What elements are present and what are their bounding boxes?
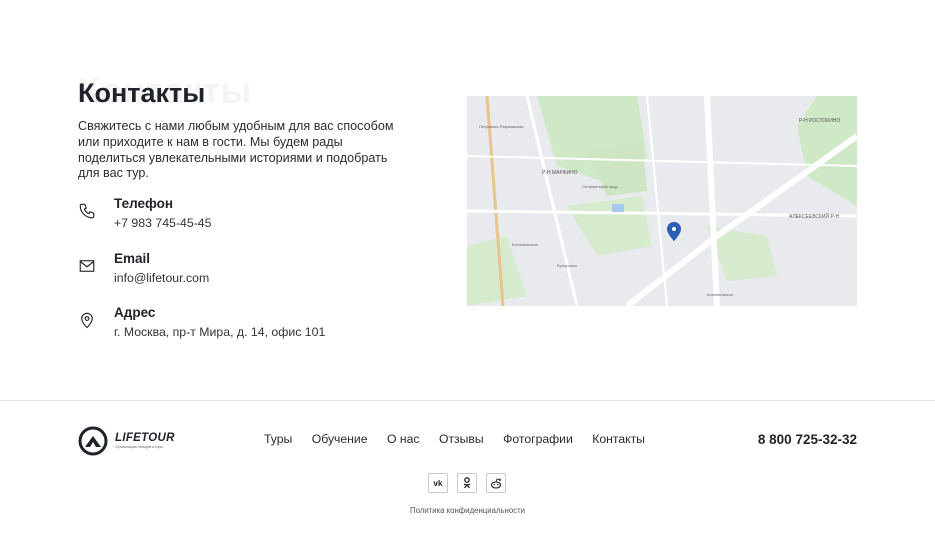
contact-phone: Телефон +7 983 745-45-45	[78, 196, 408, 238]
contact-value: г. Москва, пр-т Мира, д. 14, офис 101	[114, 325, 326, 339]
contacts-lead-text: Свяжитесь с нами любым удобным для вас с…	[78, 119, 394, 181]
footer-nav-contacts[interactable]: Контакты	[592, 432, 645, 450]
map-label: Ботаническая	[512, 242, 538, 247]
social-links: vk	[428, 473, 506, 493]
contact-label: Телефон	[114, 196, 174, 211]
footer-nav-photos[interactable]: Фотографии	[503, 432, 573, 450]
contact-label: Email	[114, 251, 151, 266]
reddit-glyph	[490, 477, 502, 489]
logo-name: LIFETOUR	[115, 432, 175, 444]
footer-phone[interactable]: 8 800 725-32-32	[758, 432, 857, 447]
odnoklassniki-glyph	[463, 477, 471, 489]
odnoklassniki-icon[interactable]	[457, 473, 477, 493]
contact-value[interactable]: +7 983 745-45-45	[114, 216, 211, 230]
footer-logo[interactable]: LIFETOUR Организация походов в горы	[78, 426, 178, 456]
map-label: Алексеевская	[707, 292, 733, 297]
envelope-icon	[79, 260, 95, 272]
location-pin-icon	[81, 312, 93, 329]
footer-nav: Туры Обучение О нас Отзывы Фотографии Ко…	[264, 432, 645, 450]
contact-address: Адрес г. Москва, пр-т Мира, д. 14, офис …	[78, 305, 408, 347]
contact-label: Адрес	[114, 305, 156, 320]
phone-icon	[79, 203, 95, 219]
footer-divider	[0, 400, 935, 401]
vk-icon[interactable]: vk	[428, 473, 448, 493]
map[interactable]: Р-Н МАРФИНО АЛЕКСЕЕВСКИЙ Р-Н Р-Н РОСТОКИ…	[467, 96, 857, 306]
footer-nav-tours[interactable]: Туры	[264, 432, 292, 450]
footer-nav-training[interactable]: Обучение	[312, 432, 368, 450]
contacts-section: Контакты Контакты Свяжитесь с нами любым…	[0, 0, 935, 400]
page-title: Контакты	[78, 78, 206, 108]
footer-nav-reviews[interactable]: Отзывы	[439, 432, 484, 450]
logo-tagline: Организация походов в горы	[115, 445, 163, 449]
map-label: Р-Н МАРФИНО	[542, 170, 578, 176]
footer-nav-about[interactable]: О нас	[387, 432, 419, 450]
map-label: Бутырская	[557, 263, 577, 268]
map-label: АЛЕКСЕЕВСКИЙ Р-Н	[789, 212, 839, 220]
privacy-policy-link[interactable]: Политика конфиденциальности	[0, 506, 935, 515]
contact-value[interactable]: info@lifetour.com	[114, 271, 209, 285]
map-canvas[interactable]: Р-Н МАРФИНО АЛЕКСЕЕВСКИЙ Р-Н Р-Н РОСТОКИ…	[467, 96, 857, 306]
contact-email: Email info@lifetour.com	[78, 251, 408, 293]
map-label: Р-Н РОСТОКИНО	[799, 118, 840, 124]
map-label: Останкинский пруд	[582, 184, 618, 189]
reddit-icon[interactable]	[486, 473, 506, 493]
mountain-logo-icon	[78, 426, 108, 456]
map-label: Петровско-Разумовская	[479, 124, 523, 129]
